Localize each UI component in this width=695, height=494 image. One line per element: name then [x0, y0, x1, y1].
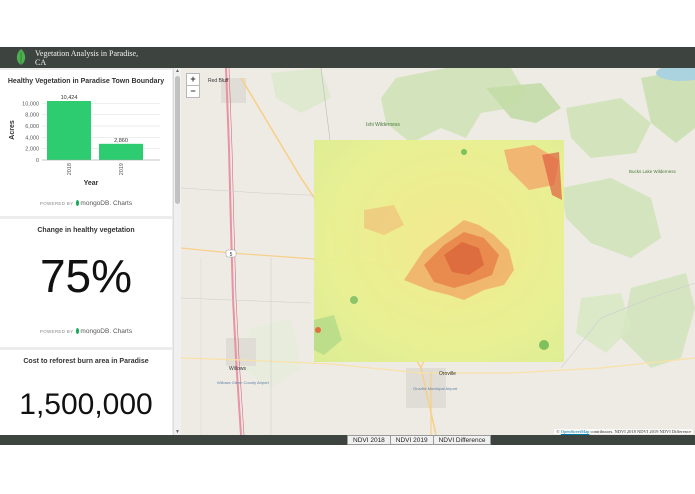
- chart-title: Healthy Vegetation in Paradise Town Boun…: [7, 78, 165, 85]
- y-tick-label: 4,000: [25, 135, 39, 141]
- ndvi-overlay: [314, 140, 564, 362]
- attribution-text: contributors. NDVI 2018 NDVI 2019 NDVI D…: [590, 429, 691, 434]
- mongodb-charts-brand: mongoDB. Charts: [80, 200, 133, 207]
- i5-label: 5: [230, 252, 233, 258]
- y-tick-label: 0: [36, 158, 39, 164]
- mongodb-leaf-icon: [76, 200, 80, 206]
- mongodb-charts-brand: mongoDB. Charts: [80, 328, 133, 335]
- y-axis-title: Acres: [9, 120, 16, 140]
- app-header: Vegetation Analysis in Paradise, CA: [0, 47, 695, 68]
- powered-by-mongodb-charts[interactable]: POWERED BY mongoDB. Charts: [0, 328, 172, 335]
- bottom-bar: NDVI 2018 NDVI 2019 NDVI Difference: [0, 435, 695, 445]
- bar-value-label: 10,424: [61, 95, 78, 101]
- oroville-airport-label: Oroville Municipal Airport: [413, 386, 458, 391]
- glenn-airport-label: Willows Glenn County Airport: [217, 380, 270, 385]
- y-tick-label: 10,000: [22, 101, 39, 107]
- bar-chart: 0 2,000 4,000 6,000 8,000 10,000 10,424 2018 2,8…: [9, 95, 160, 187]
- vegetation-chart-card: Healthy Vegetation in Paradise Town Boun…: [0, 70, 172, 216]
- map-view[interactable]: 5 Red Bluff Ishi Wilderness Bucks Lake W…: [181, 68, 695, 435]
- powered-by-label: POWERED BY: [39, 201, 74, 206]
- x-axis-title: Year: [84, 180, 99, 187]
- x-tick-label: 2019: [119, 163, 125, 175]
- map-attribution: © OpenStreetMap contributors. NDVI 2018 …: [554, 429, 693, 434]
- sidebar-scroll-thumb[interactable]: [175, 76, 180, 204]
- powered-by-label: POWERED BY: [39, 329, 74, 334]
- app-title: Vegetation Analysis in Paradise, CA: [35, 49, 139, 67]
- y-tick-label: 8,000: [25, 113, 39, 119]
- tab-ndvi-difference[interactable]: NDVI Difference: [434, 436, 491, 444]
- reforest-cost-value: 1,500,000: [19, 388, 153, 421]
- leaf-icon: [16, 49, 26, 65]
- bar-2019: [99, 143, 143, 160]
- red-bluff-label: Red Bluff: [208, 78, 229, 84]
- attribution-copyright: ©: [556, 429, 560, 434]
- y-tick-label: 2,000: [25, 147, 39, 153]
- x-tick-label: 2018: [67, 163, 73, 175]
- bar-value-label: 2,860: [114, 138, 128, 144]
- cost-card: Cost to reforest burn area in Paradise 1…: [0, 350, 172, 435]
- layer-tabs: NDVI 2018 NDVI 2019 NDVI Difference: [347, 435, 492, 445]
- cost-card-title: Cost to reforest burn area in Paradise: [23, 358, 149, 365]
- powered-by-mongodb-charts[interactable]: POWERED BY mongoDB. Charts: [0, 200, 172, 207]
- scroll-up-arrow-icon[interactable]: ▲: [174, 68, 181, 74]
- oroville-label: Oroville: [439, 371, 456, 377]
- bar-2018: [47, 100, 91, 160]
- tab-ndvi-2018[interactable]: NDVI 2018: [348, 436, 391, 444]
- ishi-wilderness-label: Ishi Wilderness: [366, 122, 400, 128]
- zoom-out-button[interactable]: −: [186, 85, 200, 98]
- willows-label: Willows: [229, 366, 246, 372]
- change-card: Change in healthy vegetation 75% POWERED…: [0, 219, 172, 347]
- tab-ndvi-2019[interactable]: NDVI 2019: [391, 436, 434, 444]
- bucks-lake-label: Bucks Lake Wilderness: [629, 169, 677, 174]
- sidebar: Healthy Vegetation in Paradise Town Boun…: [0, 68, 181, 435]
- openstreetmap-link[interactable]: OpenStreetMap: [561, 429, 590, 434]
- change-card-title: Change in healthy vegetation: [37, 227, 135, 234]
- y-tick-label: 6,000: [25, 124, 39, 130]
- change-percent-value: 75%: [39, 250, 133, 302]
- mongodb-leaf-icon: [76, 328, 80, 334]
